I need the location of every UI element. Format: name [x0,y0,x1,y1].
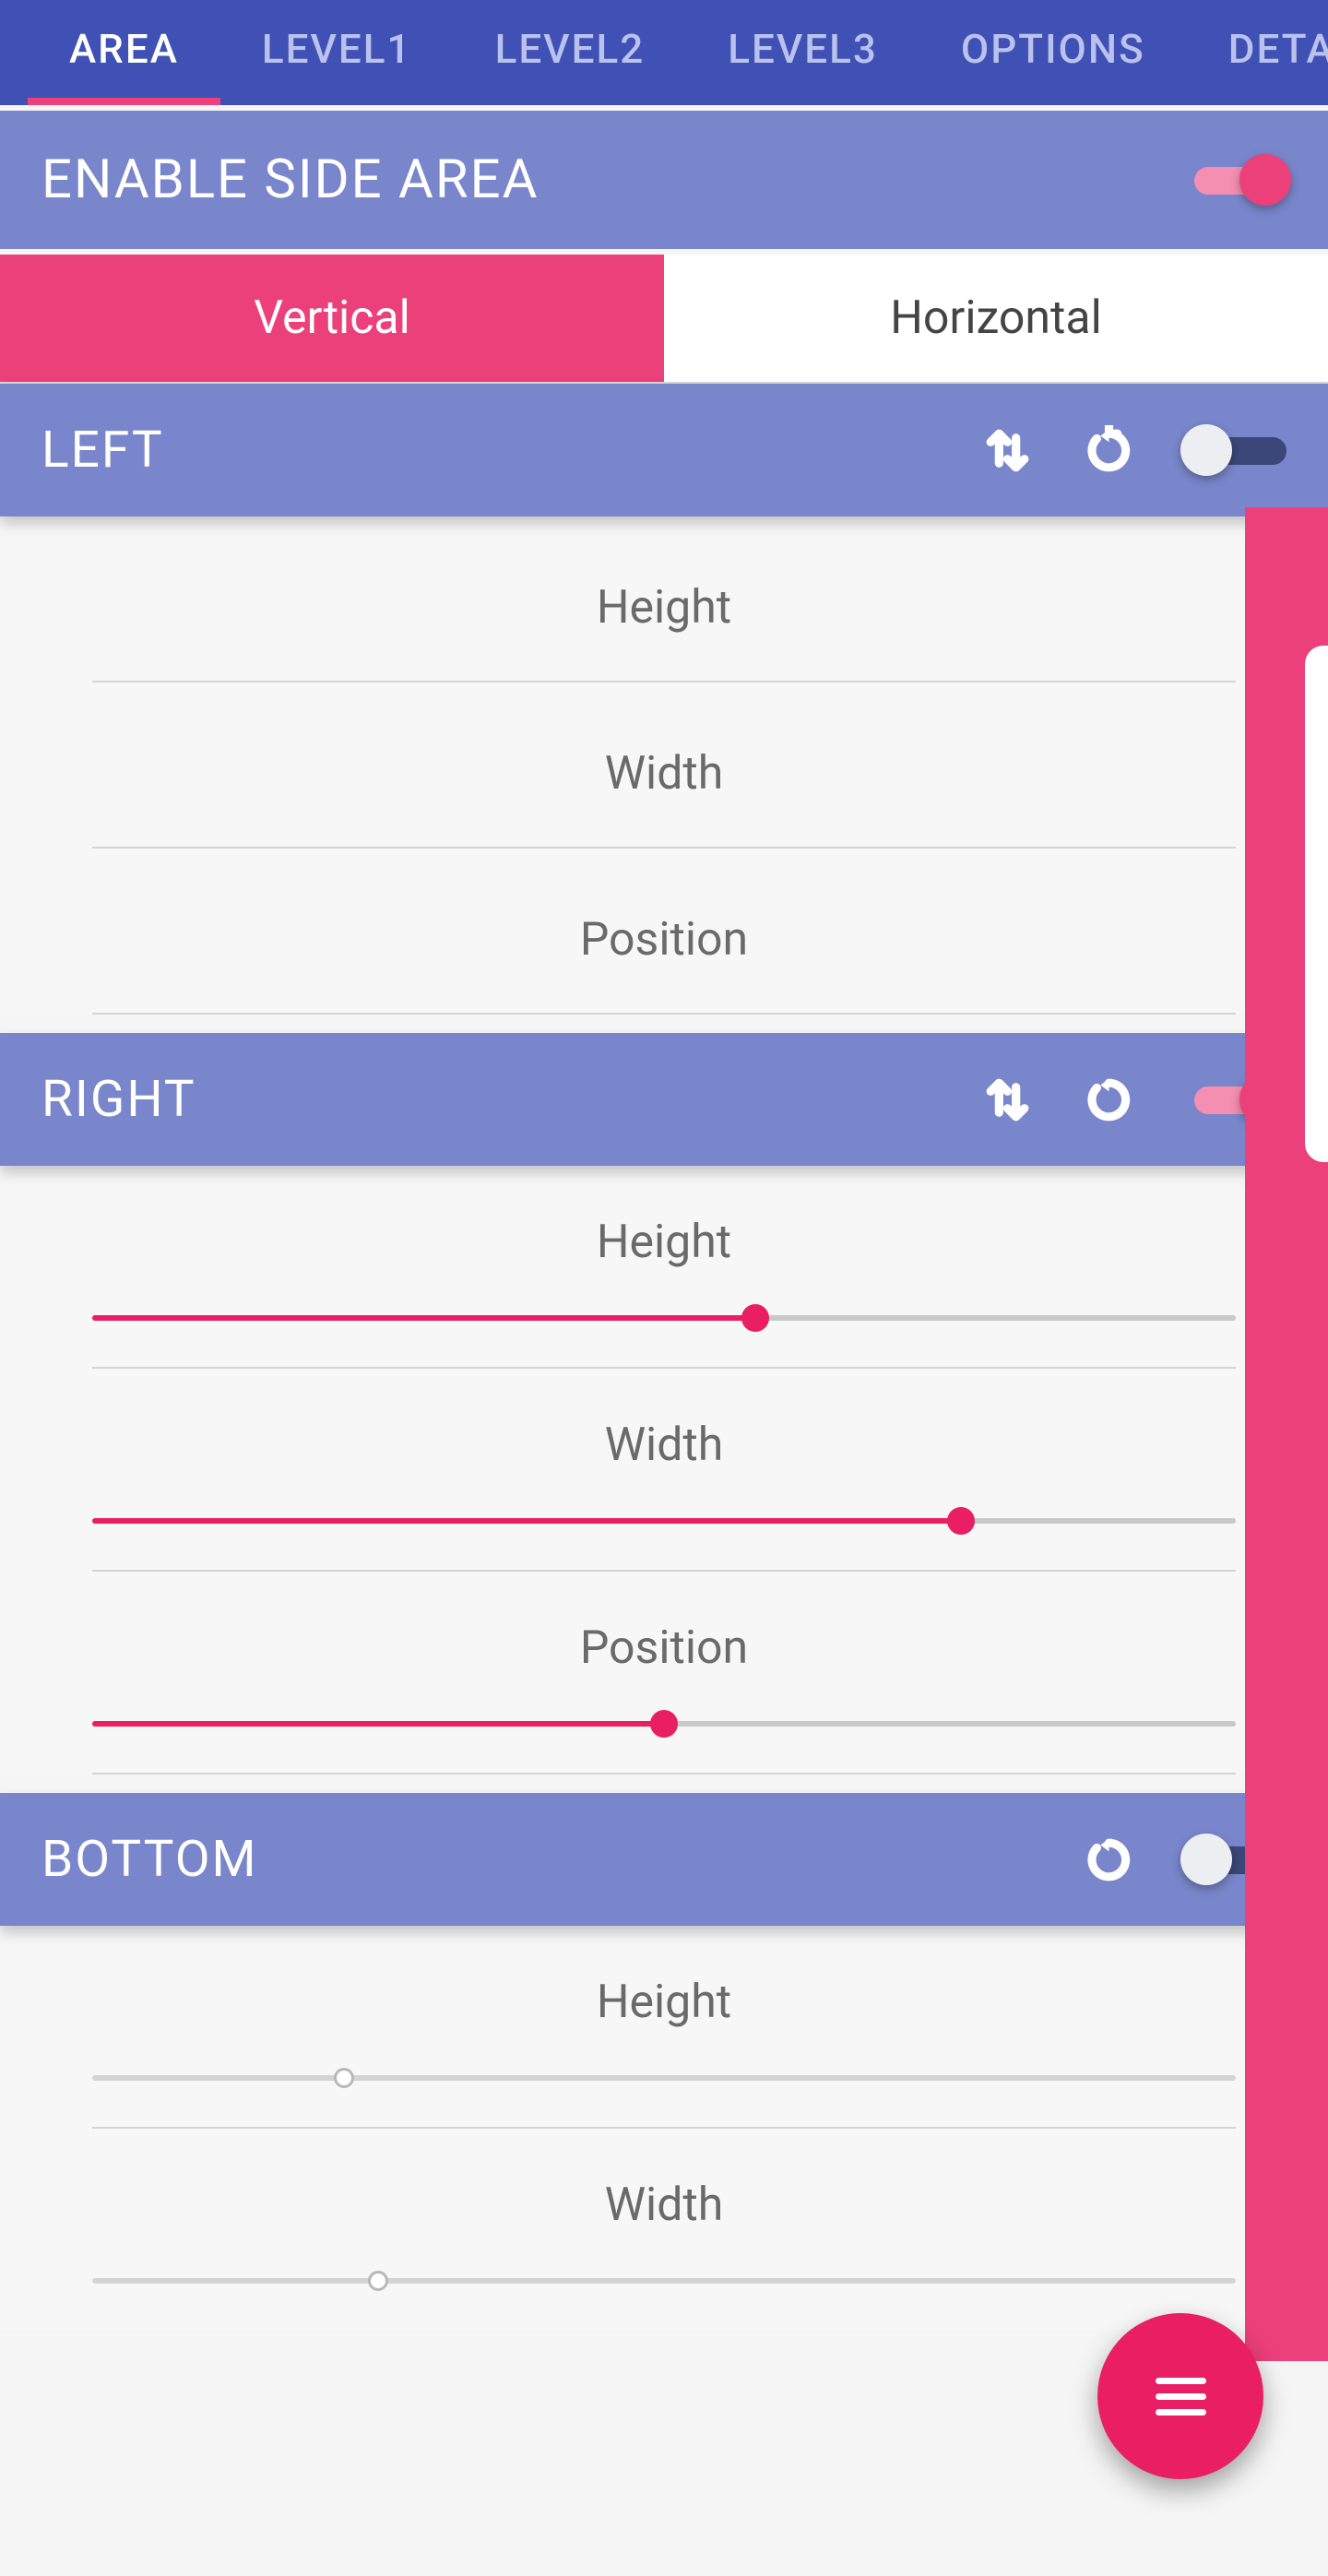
item-right-position: Position [92,1572,1236,1775]
section-header-left: LEFT [0,384,1328,516]
item-label: Height [92,1976,1236,2029]
item-label: Width [92,2178,1236,2232]
slider-width[interactable] [92,1498,1236,1544]
fab-menu-button[interactable] [1097,2313,1263,2479]
tab-level1[interactable]: LEVEL1 [220,0,454,105]
top-tab-bar: AREA LEVEL1 LEVEL2 LEVEL3 OPTIONS DETAIL [0,0,1328,105]
reset-icon[interactable] [1084,1074,1134,1125]
toggle-thumb [1180,1834,1232,1885]
section-left-items: Height Width Position [0,516,1328,1015]
toggle-thumb [1180,424,1232,476]
slider-height[interactable] [92,2055,1236,2101]
item-right-height: Height [92,1166,1236,1369]
tab-label: DETAIL [1228,25,1328,73]
tab-label: LEVEL1 [262,25,412,73]
item-label: Height [92,581,1236,635]
tab-level3[interactable]: LEVEL3 [686,0,919,105]
tab-label: LEVEL3 [728,25,878,73]
section-header-icons [982,424,1286,476]
item-left-height[interactable]: Height [92,516,1236,683]
item-left-width[interactable]: Width [92,683,1236,849]
item-label: Width [92,747,1236,801]
tab-label: LEVEL2 [495,25,646,73]
item-label: Height [92,1216,1236,1269]
swap-vertical-icon[interactable] [982,1074,1033,1125]
item-label: Width [92,1419,1236,1472]
item-bottom-width: Width [92,2129,1236,2330]
tab-level2[interactable]: LEVEL2 [454,0,687,105]
slider-height[interactable] [92,1295,1236,1341]
segment-horizontal[interactable]: Horizontal [664,255,1328,382]
section-bottom-items: Height Width [0,1926,1328,2330]
section-header-icons [982,1074,1286,1125]
tab-options[interactable]: OPTIONS [919,0,1187,105]
segment-vertical[interactable]: Vertical [0,255,664,382]
section-title: LEFT [42,421,982,480]
tab-label: AREA [69,25,179,73]
item-left-position[interactable]: Position [92,849,1236,1015]
toggle-thumb [1239,154,1291,206]
item-label: Position [92,1621,1236,1675]
slider-width[interactable] [92,2258,1236,2304]
section-header-right: RIGHT [0,1033,1328,1166]
enable-side-area-label: ENABLE SIDE AREA [42,148,539,211]
enable-side-area-toggle[interactable] [1185,154,1286,206]
tab-detail[interactable]: DETAIL [1187,0,1328,105]
segment-label: Vertical [254,291,409,345]
segment-label: Horizontal [890,291,1102,345]
swap-vertical-icon[interactable] [982,425,1033,476]
section-right-items: Height Width Position [0,1166,1328,1775]
section-header-bottom: BOTTOM [0,1793,1328,1926]
tab-area[interactable]: AREA [28,0,220,105]
item-label: Position [92,913,1236,967]
slider-position[interactable] [92,1701,1236,1747]
menu-icon [1156,2371,1206,2422]
tab-label: OPTIONS [961,25,1145,73]
side-area-handle[interactable] [1305,646,1328,1162]
orientation-segment: Vertical Horizontal [0,255,1328,384]
section-title: RIGHT [42,1070,982,1129]
enable-side-area-row: ENABLE SIDE AREA [0,111,1328,249]
reset-icon[interactable] [1084,1834,1134,1885]
section-left-toggle[interactable] [1185,424,1286,476]
section-title: BOTTOM [42,1830,1084,1889]
reset-icon[interactable] [1084,425,1134,476]
item-bottom-height: Height [92,1926,1236,2129]
item-right-width: Width [92,1369,1236,1572]
